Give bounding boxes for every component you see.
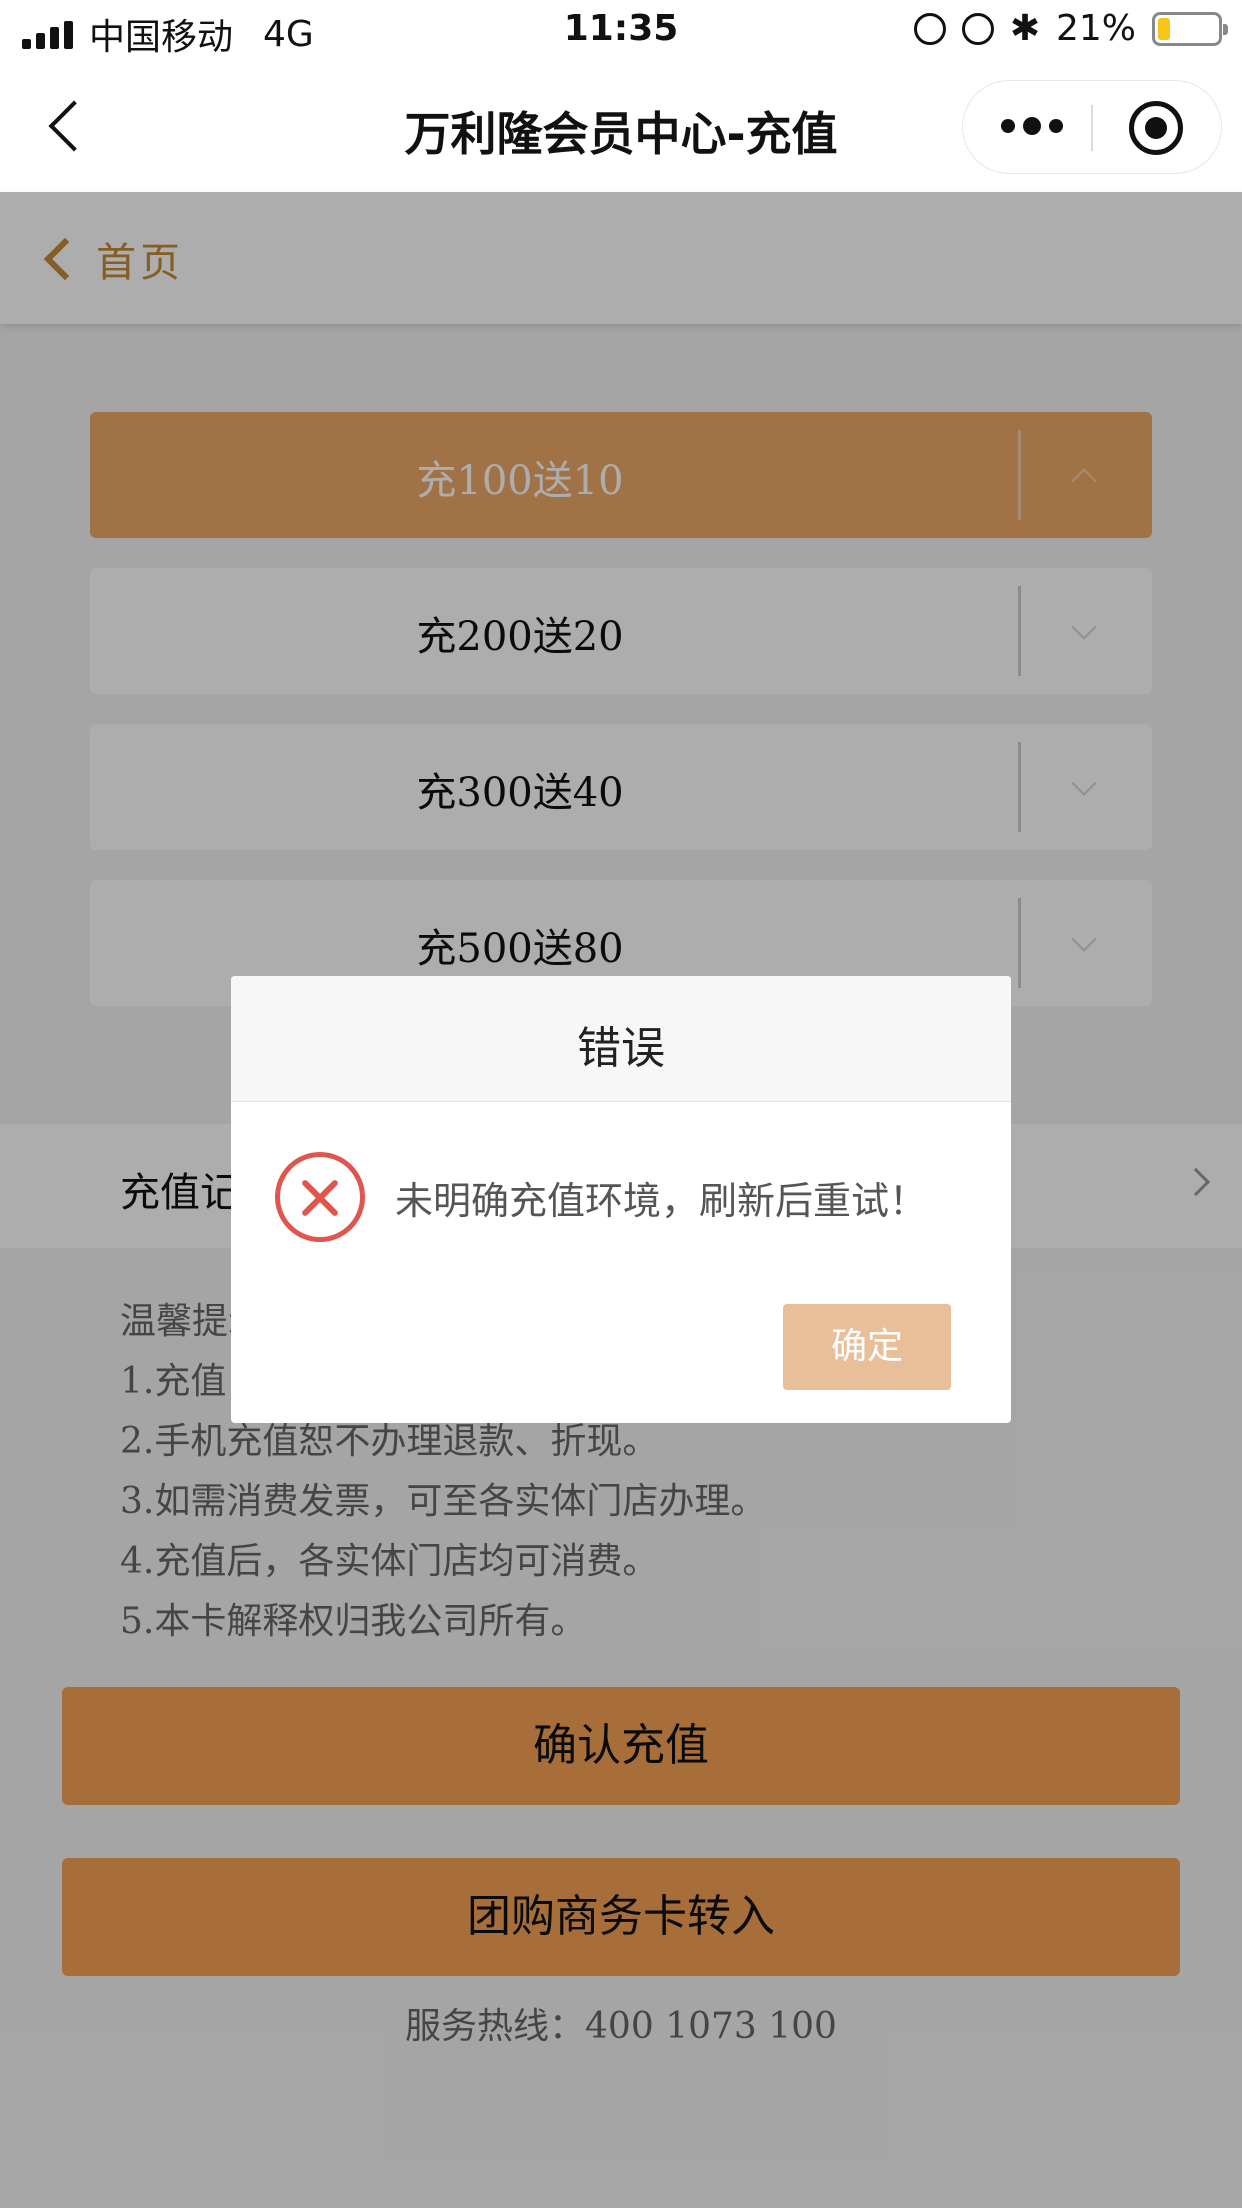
dialog-header: 错误 xyxy=(231,976,1011,1102)
error-dialog: 错误 未明确充值环境，刷新后重试！ 确定 xyxy=(231,976,1011,1423)
bluetooth-icon: ✱ xyxy=(1009,8,1040,49)
alarm-icon xyxy=(961,12,994,45)
status-bar: 中国移动 4G 11:35 ✱ 21% xyxy=(0,0,1242,62)
status-right: ✱ 21% xyxy=(913,8,1228,49)
dialog-message: 未明确充值环境，刷新后重试！ xyxy=(395,1179,928,1223)
dialog-title: 错误 xyxy=(577,1023,665,1074)
dialog-ok-button[interactable]: 确定 xyxy=(783,1304,951,1390)
capsule-divider xyxy=(1091,105,1093,151)
nav-bar: 万利隆会员中心-充值 xyxy=(0,62,1242,192)
mini-program-capsule xyxy=(962,80,1222,174)
more-dots-icon[interactable] xyxy=(1001,117,1063,135)
rotation-lock-icon xyxy=(913,12,946,45)
error-x-icon xyxy=(275,1152,365,1242)
target-circle-icon[interactable] xyxy=(1129,101,1183,155)
battery-icon xyxy=(1152,11,1228,46)
battery-percent: 21% xyxy=(1055,8,1136,49)
